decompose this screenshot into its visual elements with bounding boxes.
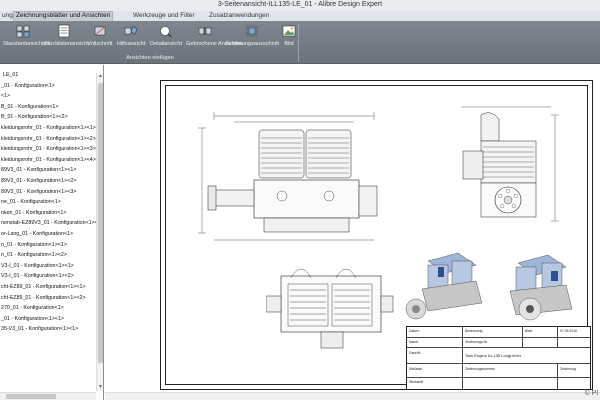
front-view-engine[interactable] <box>194 108 394 248</box>
isometric-view-2[interactable] <box>496 251 586 336</box>
bom-view-icon <box>58 24 70 38</box>
ribbon-group-label: Ansichten einfügen <box>126 55 174 61</box>
tb-label-massstab: Maßstab <box>409 367 423 371</box>
tree-item[interactable]: 35-V3_01 - Konfiguration<1><1> <box>1 326 78 332</box>
tree-item[interactable]: 270_01 - Konfiguration<1> <box>1 305 64 311</box>
ribbon-tab-row: ung Zeichnungsblätter und Ansichten Werk… <box>0 11 600 21</box>
tree-hscroll-thumb[interactable] <box>6 394 56 399</box>
detail-view-label: Detailansicht <box>149 41 183 47</box>
tree-item[interactable]: B_01 - Konfiguration<1> <box>1 104 58 110</box>
tree-item[interactable]: V3-I_01 - Konfiguration<1><2> <box>1 273 74 279</box>
tb-label-werkstoff: Werkstoff <box>409 380 424 384</box>
full-section-icon <box>94 26 106 36</box>
bom-view-button[interactable]: Stücklistenansicht <box>44 23 89 53</box>
title-block[interactable]: Benennung Zeichnungs-Nr. Blatt 07.06.201… <box>406 326 591 390</box>
tree-item[interactable]: kleidungsrohr_01 - Konfiguration<1><1> <box>1 125 96 131</box>
tree-item[interactable]: nenstab-EZ89V3_01 - Konfiguration<1><1> <box>1 220 103 226</box>
tree-item[interactable]: 89V3_01 - Konfiguration<1><3> <box>1 189 76 195</box>
broken-view-button[interactable]: Gebrochene Ansichten <box>186 23 243 53</box>
tab-add-ins[interactable]: Zusatzanwendungen <box>207 11 271 21</box>
image-label: Bild <box>284 41 294 47</box>
tree-vertical-scrollbar[interactable]: ▲ ▼ <box>96 73 103 391</box>
auxiliary-view-button[interactable]: Hilfsansicht <box>115 23 147 53</box>
tree-item[interactable]: V3-I_01 - Konfiguration<1><1> <box>1 263 74 269</box>
sheet-inner-frame: Benennung Zeichnungs-Nr. Blatt 07.06.201… <box>165 85 591 390</box>
tree-item[interactable]: cht-EZ89_01 - Konfiguration<1><1> <box>1 284 86 290</box>
top-view-engine[interactable] <box>266 256 401 356</box>
tb-label-geprueft: Geprüft <box>409 351 421 355</box>
broken-view-icon <box>198 26 212 36</box>
tree-item[interactable]: or-Lang_01 - Konfiguration<1> <box>1 231 73 237</box>
tree-item[interactable]: ne_01 - Konfiguration<1> <box>1 199 61 205</box>
tb-divider <box>407 347 590 348</box>
tb-divider <box>407 377 590 378</box>
tree-item[interactable]: B_01 - Konfiguration<1><2> <box>1 114 68 120</box>
detail-view-button[interactable]: Detailansicht <box>149 23 183 53</box>
auxiliary-view-icon <box>124 25 138 35</box>
image-icon <box>282 25 296 37</box>
drawing-canvas[interactable]: Benennung Zeichnungs-Nr. Blatt 07.06.201… <box>105 65 600 400</box>
tree-item[interactable]: _01 - Konfiguration<1> <box>1 83 55 89</box>
ribbon-group-separator <box>298 24 299 62</box>
tree-item[interactable]: n_01 - Konfiguration<1><1> <box>1 242 67 248</box>
isometric-view-1[interactable] <box>398 251 498 331</box>
tb-label-datum: Datum <box>409 329 419 333</box>
tree-item[interactable]: <1> <box>1 93 10 99</box>
window-titlebar: 3-Seitenansicht-ILL135-LE_01 - Alibre De… <box>0 0 600 11</box>
tree-item[interactable]: kleidungsrohr_01 - Konfiguration<1><2> <box>1 136 96 142</box>
drawing-crop-icon <box>246 25 258 37</box>
window-title: 3-Seitenansicht-ILL135-LE_01 - Alibre De… <box>217 1 383 8</box>
tb-label-name: Name <box>409 340 419 344</box>
tree-item[interactable]: _01 - Konfiguration<1><1> <box>1 316 64 322</box>
tb-divider <box>407 337 590 338</box>
side-view-engine[interactable] <box>451 101 561 231</box>
tree-scroll-thumb[interactable] <box>98 83 103 363</box>
standard-views-label: Standardansichten <box>3 41 50 47</box>
tb-label-blatt: Blatt <box>525 329 532 333</box>
tree-item[interactable]: 89V3_01 - Konfiguration<1><1> <box>1 167 76 173</box>
tree-item[interactable]: nken_01 - Konfiguration<1> <box>1 210 66 216</box>
tb-divider <box>462 327 463 389</box>
scroll-down-icon[interactable]: ▼ <box>97 384 103 391</box>
tab-tools-filters[interactable]: Werkzeuge und Filter <box>131 11 197 21</box>
tree-item[interactable]: n_01 - Konfiguration<1><2> <box>1 252 67 258</box>
tb-divider <box>522 327 523 347</box>
drawing-tree-panel: LE_01 _01 - Konfiguration<1> <1> B_01 - Kon… <box>0 65 104 400</box>
tb-date: 07.06.2016 <box>560 329 577 333</box>
tb-label-zeichnungsnr: Zeichnungs-Nr. <box>465 340 488 344</box>
tb-label-benennung: Benennung <box>465 329 483 333</box>
tree-item[interactable]: 89V3_01 - Konfiguration<1><2> <box>1 178 76 184</box>
ribbon: Standardansichten Stücklistenansicht Vol… <box>0 21 600 64</box>
drawing-crop-label: Zeichnungsausschnitt <box>225 41 280 47</box>
tb-divider <box>407 363 590 364</box>
standard-views-button[interactable]: Standardansichten <box>3 23 50 53</box>
drawing-crop-button[interactable]: Zeichnungsausschnitt <box>225 23 279 53</box>
tb-divider <box>557 327 558 347</box>
copyright-watermark: © Pl <box>584 390 598 397</box>
scroll-up-icon[interactable]: ▲ <box>97 73 103 80</box>
tb-part-name: Twin Engine ILL135 LongLifeler <box>465 353 522 358</box>
full-section-button[interactable]: Vollschnitt <box>86 23 114 53</box>
tb-revision: Zeichnungsnummer <box>465 367 495 371</box>
tree-horizontal-scrollbar[interactable] <box>0 392 96 400</box>
tree-item[interactable]: cht-EZ89_01 - Konfiguration<1><2> <box>1 295 86 301</box>
detail-view-icon <box>160 26 172 38</box>
tb-divider <box>557 363 558 389</box>
bom-view-label: Stücklistenansicht <box>44 41 89 47</box>
auxiliary-view-label: Hilfsansicht <box>116 41 146 47</box>
standard-views-icon <box>16 25 30 38</box>
canvas-horizontal-scrollbar[interactable] <box>105 392 600 400</box>
tb-sheet-size: Zeichnung <box>560 367 576 371</box>
tree-item[interactable]: kleidungsrohr_01 - Konfiguration<1><4> <box>1 157 96 163</box>
drawing-sheet[interactable]: Benennung Zeichnungs-Nr. Blatt 07.06.201… <box>160 80 593 390</box>
tree-item[interactable]: kleidungsrohr_01 - Konfiguration<1><3> <box>1 146 96 152</box>
image-button[interactable]: Bild <box>281 23 297 53</box>
tree-item[interactable]: LE_01 <box>3 72 18 78</box>
tab-drawing-sheets-views[interactable]: Zeichnungsblätter und Ansichten <box>13 11 114 21</box>
full-section-label: Vollschnitt <box>87 41 113 47</box>
